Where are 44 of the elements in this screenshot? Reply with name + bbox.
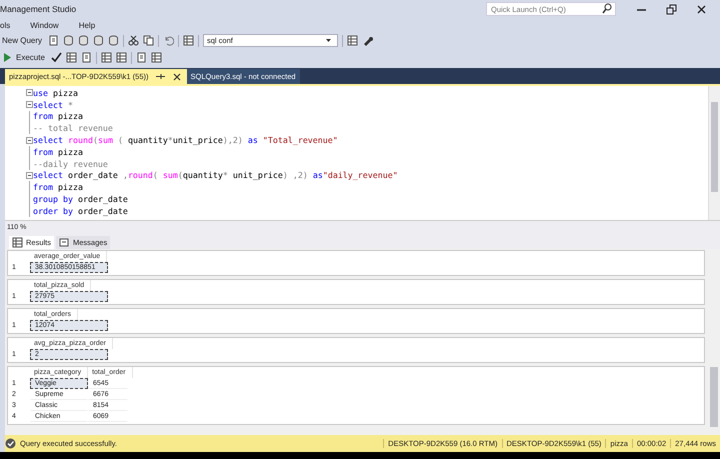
grid-icon <box>100 52 112 63</box>
grid-icon <box>116 52 127 63</box>
grid-icon <box>150 52 162 63</box>
code-line: select order_date ,round( sum(quantity* unit_price) ,2) as"daily_revenue" <box>25 170 708 182</box>
code-line: use pizza <box>25 87 708 99</box>
grid-icon <box>12 237 23 248</box>
document-icon <box>136 52 147 63</box>
success-icon <box>5 438 16 449</box>
scissors-icon <box>128 35 140 46</box>
scrollbar[interactable] <box>708 86 720 220</box>
new-query-button[interactable]: New Query <box>0 33 44 48</box>
grid-icon <box>66 52 77 63</box>
code-line: select * <box>25 98 708 111</box>
grid-icon <box>183 35 194 46</box>
code-line: from pizza <box>25 181 708 194</box>
collapse-icon[interactable] <box>26 89 32 96</box>
menu-item[interactable]: ols <box>0 20 10 30</box>
code-line: group by order_date <box>25 193 708 205</box>
checkmark-icon <box>50 52 62 63</box>
wrench-icon <box>362 35 374 46</box>
undo-icon <box>163 35 174 46</box>
code-line: order by order_date <box>25 204 708 217</box>
collapse-icon[interactable] <box>26 101 32 108</box>
code-line: --daily revenue <box>25 158 708 170</box>
messages-icon <box>59 237 70 248</box>
execute-button[interactable]: Execute <box>0 50 47 65</box>
code-line: select round(sum ( quantity*unit_price),2) as "Total_revenue" <box>25 134 708 146</box>
close-icon <box>696 4 706 14</box>
menu-item[interactable]: Help <box>78 20 96 30</box>
play-icon <box>2 52 13 63</box>
collapse-icon[interactable] <box>26 136 32 144</box>
code-line: from pizza <box>25 146 708 158</box>
restore-icon <box>666 4 676 14</box>
code-line: -- total revenue <box>25 122 708 134</box>
grid-icon <box>347 35 358 46</box>
window-title: Management Studio <box>0 4 78 14</box>
menu-item[interactable]: Window <box>30 20 59 30</box>
document-icon <box>80 52 92 63</box>
document-icon <box>48 35 60 46</box>
search-icon <box>602 3 613 14</box>
code-line: from pizza <box>25 110 708 122</box>
copy-icon <box>143 35 154 46</box>
close-icon <box>172 71 183 82</box>
collapse-icon[interactable] <box>26 172 32 179</box>
